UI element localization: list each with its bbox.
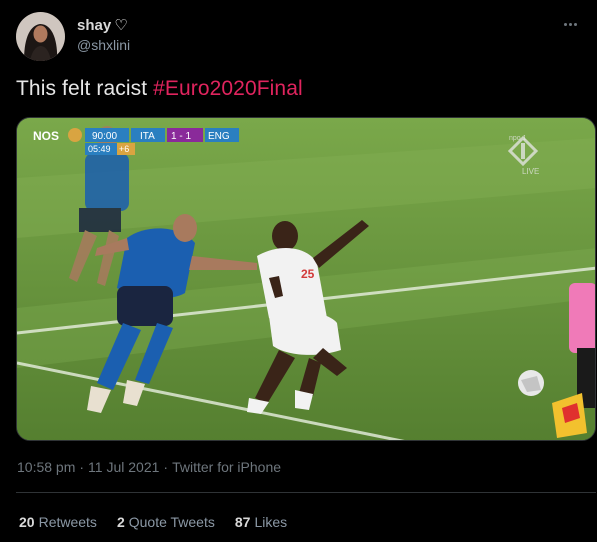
- tweet-header: shay ♡ @shxlini: [16, 12, 581, 62]
- extra-clock: 05:49: [88, 144, 111, 154]
- score: 1 - 1: [171, 131, 191, 142]
- match-clock: 90:00: [92, 131, 117, 142]
- broadcaster-logo: NOS: [33, 129, 59, 143]
- tweet-stats: 20 Retweets 2 Quote Tweets 87 Likes: [19, 514, 287, 530]
- display-name[interactable]: shay ♡: [77, 16, 130, 35]
- display-name-text: shay: [77, 17, 112, 34]
- retweets-count: 20: [19, 514, 35, 530]
- hashtag-link[interactable]: #Euro2020Final: [153, 77, 303, 100]
- away-team: ENG: [208, 131, 230, 142]
- likes-label: Likes: [254, 514, 288, 530]
- tweet-client[interactable]: Twitter for iPhone: [172, 459, 281, 475]
- tweet-date[interactable]: 11 Jul 2021: [88, 459, 159, 475]
- tweet-card: shay ♡ @shxlini This felt racist #Euro20…: [0, 0, 597, 542]
- likes-stat[interactable]: 87 Likes: [235, 514, 287, 530]
- divider: [16, 492, 596, 493]
- quote-tweets-stat[interactable]: 2 Quote Tweets: [117, 514, 215, 530]
- more-options-button[interactable]: [559, 14, 581, 34]
- tweet-time[interactable]: 10:58 pm: [17, 459, 75, 475]
- home-team: ITA: [140, 131, 155, 142]
- quote-tweets-label: Quote Tweets: [128, 514, 215, 530]
- live-label: LIVE: [522, 167, 539, 176]
- tweet-body: This felt racist: [16, 77, 148, 100]
- avatar[interactable]: [16, 12, 65, 61]
- user-handle[interactable]: @shxlini: [77, 37, 130, 53]
- retweets-stat[interactable]: 20 Retweets: [19, 514, 97, 530]
- shirt-number: 25: [301, 267, 315, 281]
- tweet-media-image[interactable]: 25 NOS 90:00 ITA 1 - 1 ENG 05:49 +6 npo …: [16, 117, 596, 441]
- likes-count: 87: [234, 514, 251, 530]
- tweet-metadata: 10:58 pm · 11 Jul 2021 · Twitter for iPhone: [17, 459, 282, 475]
- added-time: +6: [119, 144, 129, 154]
- quote-tweets-count: 2: [116, 514, 125, 530]
- more-horizontal-icon: [563, 22, 567, 26]
- user-names: shay ♡ @shxlini: [77, 16, 130, 53]
- retweets-label: Retweets: [38, 514, 97, 530]
- channel-name: npo 1: [509, 135, 527, 142]
- tweet-text: This felt racist #Euro2020Final: [16, 77, 303, 101]
- white-heart-icon: ♡: [114, 17, 128, 34]
